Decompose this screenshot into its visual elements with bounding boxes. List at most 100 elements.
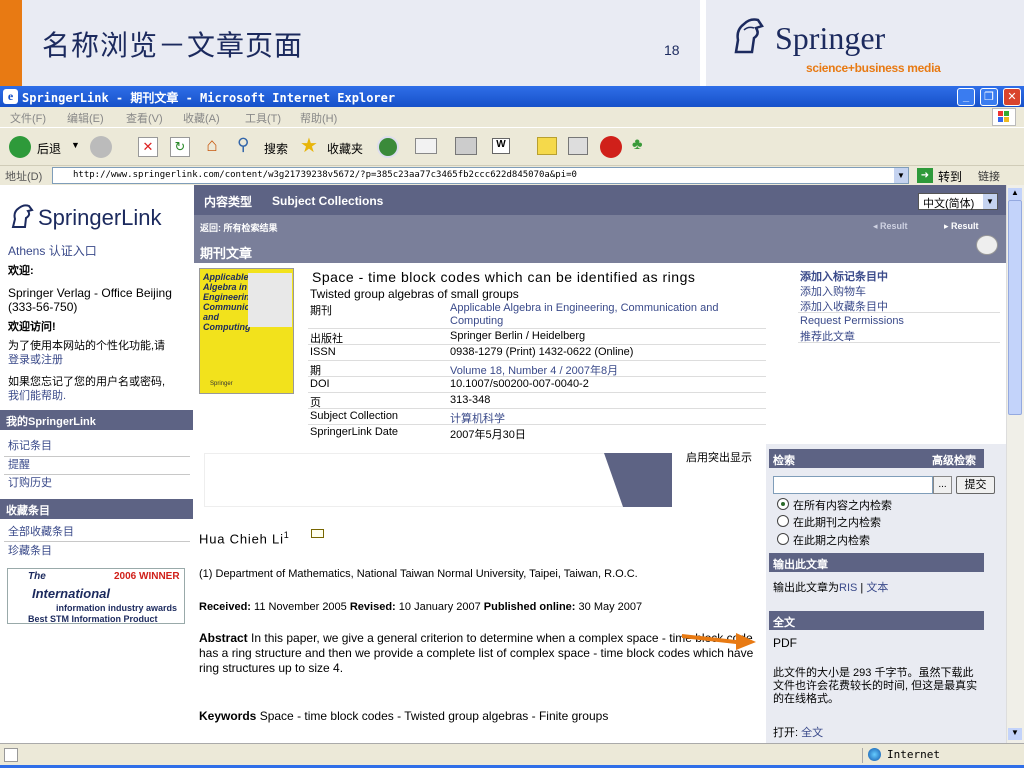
back-dropdown-icon[interactable]: ▼: [71, 140, 80, 150]
search-header: 检索 高级检索: [769, 449, 984, 468]
back-arrow-icon[interactable]: [9, 136, 31, 158]
login-register-link[interactable]: 登录或注册: [8, 353, 63, 367]
menu-file[interactable]: 文件(F): [10, 110, 46, 126]
award-badge[interactable]: The 2006 WINNER International informatio…: [7, 568, 185, 624]
menu-edit[interactable]: 编辑(E): [67, 110, 104, 126]
radio-this-issue-label: 在此期之内检索: [793, 535, 870, 547]
search-options-button[interactable]: ...: [933, 476, 952, 494]
marked-items-link[interactable]: 标记条目: [8, 439, 52, 453]
address-dropdown-icon[interactable]: ▼: [894, 168, 908, 183]
refresh-icon[interactable]: ↻: [170, 137, 190, 157]
menu-view[interactable]: 查看(V): [126, 110, 163, 126]
chevron-down-icon: ▼: [983, 194, 997, 209]
minimize-button[interactable]: _: [957, 88, 975, 106]
page-status-icon: [4, 748, 18, 762]
note-icon[interactable]: [537, 137, 557, 155]
divider: [308, 392, 766, 393]
journal-cover[interactable]: Applicable Algebra in Engineering, Commu…: [199, 268, 294, 394]
search-icon[interactable]: ⚲: [237, 135, 259, 157]
file-size-note: 此文件的大小是 293 千字节。虽然下载此文件也许会花费较长的时间, 但这是最真…: [773, 667, 978, 705]
links-button[interactable]: 链接: [978, 168, 1000, 184]
welcome-label: 欢迎:: [8, 265, 34, 277]
favorites-button-label[interactable]: 收藏夹: [327, 140, 363, 157]
affiliation: (1) Department of Mathematics, National …: [199, 568, 638, 580]
scrollbar-thumb[interactable]: [1008, 200, 1022, 415]
ie-app-icon: e: [3, 89, 18, 104]
help-link[interactable]: 我们能帮助.: [8, 389, 66, 403]
meta-value-journal[interactable]: Applicable Algebra in Engineering, Commu…: [450, 302, 770, 328]
mail-icon[interactable]: [415, 138, 437, 154]
radio-all-content-label: 在所有内容之内检索: [793, 500, 892, 512]
divider: [798, 312, 1000, 313]
word-edit-icon[interactable]: W: [492, 138, 510, 154]
author-name-text: Hua Chieh Li: [199, 531, 284, 547]
open-fulltext-link[interactable]: 全文: [801, 727, 823, 739]
springer-horse-icon: [734, 18, 764, 54]
section-title: 期刊文章: [200, 246, 253, 261]
received-date: 11 November 2005: [254, 601, 347, 613]
subject-collections-tab[interactable]: Subject Collections: [272, 194, 383, 208]
award-the: The: [28, 571, 46, 582]
contacts-icon[interactable]: ♣: [632, 136, 656, 158]
springerlink-logo[interactable]: SpringerLink: [38, 205, 162, 231]
window-title: SpringerLink - 期刊文章 - Microsoft Internet…: [22, 91, 396, 105]
add-to-cart-link[interactable]: 添加入购物车: [800, 283, 866, 299]
export-ris-link[interactable]: RIS: [839, 582, 857, 594]
export-header: 输出此文章: [769, 553, 984, 572]
published-date: 30 May 2007: [578, 601, 643, 613]
add-to-marked-link[interactable]: 添加入标记条目中: [800, 268, 888, 284]
open-line: 打开: 全文: [773, 724, 823, 740]
alerts-link[interactable]: 提醒: [8, 458, 30, 472]
scroll-up-icon[interactable]: ▲: [1008, 188, 1022, 200]
home-icon[interactable]: ⌂: [201, 135, 223, 157]
meta-key-subject: Subject Collection: [310, 410, 399, 422]
previous-result-link[interactable]: ◂ Result: [873, 221, 908, 232]
all-favorites-link[interactable]: 全部收藏条目: [8, 525, 74, 539]
messenger-down-icon[interactable]: [600, 136, 622, 158]
print-icon[interactable]: [455, 137, 477, 155]
menu-favorites[interactable]: 收藏(A): [183, 110, 220, 126]
back-button-label[interactable]: 后退: [37, 140, 61, 157]
research-icon[interactable]: [568, 137, 588, 155]
go-arrow-icon[interactable]: ➜: [917, 168, 933, 183]
favorites-star-icon[interactable]: ★: [300, 133, 322, 157]
search-title: 检索: [773, 455, 795, 467]
address-label: 地址(D): [5, 171, 43, 183]
menu-help[interactable]: 帮助(H): [300, 110, 337, 126]
scroll-down-icon[interactable]: ▼: [1008, 728, 1022, 740]
result-next-label: Result: [951, 221, 979, 231]
stop-icon[interactable]: ✕: [138, 137, 158, 157]
back-to-results-link[interactable]: 返回: 所有检索结果: [200, 221, 278, 234]
radio-all-content[interactable]: [777, 498, 789, 510]
athens-login-link[interactable]: Athens 认证入口: [8, 244, 97, 258]
author-name[interactable]: Hua Chieh Li1: [199, 530, 290, 546]
export-text-link[interactable]: 文本: [866, 582, 888, 594]
history-icon[interactable]: [377, 136, 399, 158]
forward-arrow-icon[interactable]: [90, 136, 112, 158]
next-result-link[interactable]: ▸ Result: [944, 221, 979, 232]
printer-icon[interactable]: [976, 235, 998, 255]
radio-this-issue[interactable]: [777, 533, 789, 545]
advanced-search-link[interactable]: 高级检索: [932, 452, 976, 468]
divider: [4, 541, 190, 542]
visit-welcome: 欢迎访问!: [8, 321, 56, 333]
request-permissions-link[interactable]: Request Permissions: [800, 315, 904, 327]
radio-this-journal[interactable]: [777, 515, 789, 527]
search-button-label[interactable]: 搜索: [264, 140, 288, 157]
revised-label: Revised:: [349, 601, 396, 613]
submit-button[interactable]: 提交: [956, 476, 995, 494]
order-history-link[interactable]: 订购历史: [8, 476, 52, 490]
pdf-link[interactable]: PDF: [773, 636, 797, 650]
meta-value-publisher: Springer Berlin / Heidelberg: [450, 330, 586, 342]
email-envelope-icon[interactable]: [311, 529, 324, 538]
close-button[interactable]: ✕: [1003, 88, 1021, 106]
go-button[interactable]: 转到: [938, 168, 962, 185]
menu-tools[interactable]: 工具(T): [245, 110, 281, 126]
address-input[interactable]: http://www.springerlink.com/content/w3g2…: [52, 167, 909, 184]
maximize-button[interactable]: ❐: [980, 88, 998, 106]
language-select[interactable]: 中文(简体) ▼: [918, 193, 998, 210]
saved-items-link[interactable]: 珍藏条目: [8, 544, 52, 558]
highlight-toggle-link[interactable]: 启用突出显示: [686, 449, 752, 465]
search-input[interactable]: [773, 476, 933, 494]
content-type-tab[interactable]: 内容类型: [204, 193, 252, 210]
